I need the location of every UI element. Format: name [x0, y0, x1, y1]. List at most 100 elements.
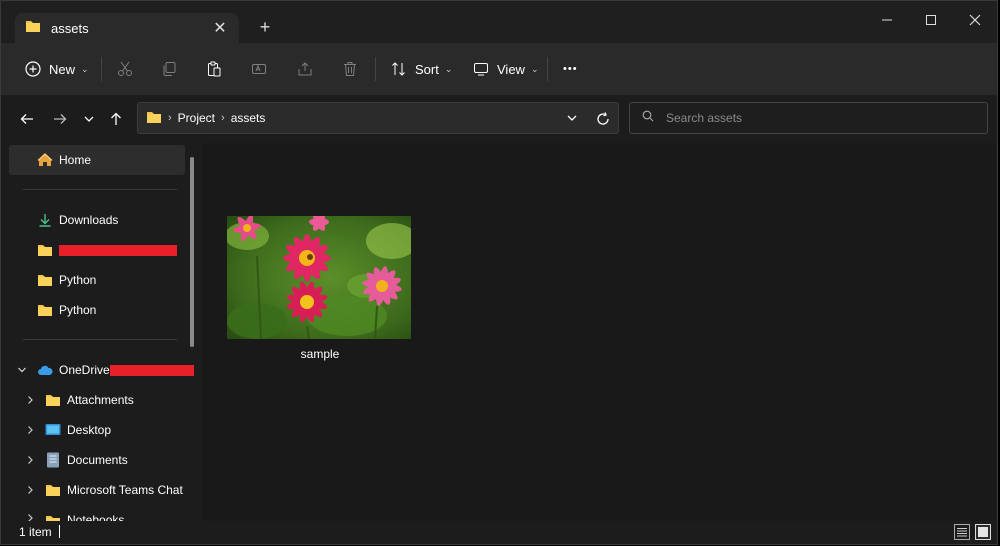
breadcrumb-project[interactable]: Project	[178, 111, 215, 125]
sidebar-item-teams-chat[interactable]: Microsoft Teams Chat Fi	[23, 475, 187, 505]
status-bar: 1 item	[1, 521, 997, 544]
sidebar-item-python[interactable]: Python	[37, 265, 96, 295]
item-count: 1 item	[19, 525, 52, 539]
divider	[23, 339, 177, 340]
minimize-button[interactable]	[865, 7, 909, 33]
sort-icon	[391, 61, 407, 77]
text-caret	[59, 525, 60, 538]
search-input[interactable]	[664, 110, 968, 126]
delete-button[interactable]	[342, 55, 358, 83]
chevron-down-icon	[84, 116, 94, 122]
view-button[interactable]: View ⌄	[473, 55, 539, 83]
chevron-down-icon: ⌄	[444, 63, 453, 74]
share-button[interactable]	[297, 55, 313, 83]
file-item-sample[interactable]: sample	[227, 216, 413, 361]
recent-locations-button[interactable]	[79, 109, 99, 129]
search-icon	[642, 109, 654, 127]
sidebar-item-redacted-folder[interactable]	[37, 235, 177, 265]
sort-label: Sort	[415, 61, 439, 77]
chevron-down-icon[interactable]	[15, 365, 29, 375]
sidebar-item-label: Microsoft Teams Chat Fi	[67, 483, 187, 497]
divider	[547, 57, 548, 81]
sidebar-item-documents[interactable]: Documents	[23, 445, 128, 475]
sidebar-item-desktop[interactable]: Desktop	[23, 415, 111, 445]
chevron-right-icon[interactable]	[23, 425, 37, 435]
navigation-pane: Home Downloads Python Python OneDrive At…	[1, 143, 201, 521]
title-bar: assets ✕ +	[1, 1, 997, 44]
back-button[interactable]	[17, 109, 37, 129]
folder-icon	[45, 392, 61, 408]
folder-icon	[37, 272, 53, 288]
clipboard-icon	[206, 61, 222, 77]
chevron-down-icon: ⌄	[81, 63, 89, 74]
rename-icon	[251, 61, 267, 77]
folder-icon	[37, 242, 53, 258]
sidebar-item-attachments[interactable]: Attachments	[23, 385, 134, 415]
close-tab-icon[interactable]: ✕	[211, 19, 229, 37]
large-icons-view-button[interactable]	[975, 524, 991, 540]
file-explorer-window: assets ✕ + New ⌄ Sort ⌄ View ⌄ ••• › Pro…	[0, 0, 998, 545]
sidebar-item-onedrive[interactable]: OneDrive	[15, 355, 194, 385]
folder-icon	[25, 19, 41, 38]
copy-icon	[161, 61, 177, 77]
command-bar: New ⌄ Sort ⌄ View ⌄ •••	[1, 43, 997, 96]
paste-button[interactable]	[206, 55, 222, 83]
copy-button[interactable]	[161, 55, 177, 83]
sidebar-item-label: Home	[59, 153, 92, 167]
arrow-up-icon	[111, 112, 121, 125]
chevron-right-icon[interactable]	[23, 395, 37, 405]
chevron-right-icon: ›	[168, 112, 172, 124]
sidebar-item-label: Attachments	[67, 393, 134, 407]
chevron-right-icon[interactable]	[23, 455, 37, 465]
divider	[23, 189, 177, 190]
folder-icon	[37, 302, 53, 318]
breadcrumb-assets[interactable]: assets	[231, 111, 266, 125]
sidebar-item-label: Downloads	[59, 213, 119, 227]
new-tab-button[interactable]: +	[255, 17, 275, 37]
more-options-button[interactable]: •••	[563, 55, 578, 83]
details-view-button[interactable]	[954, 524, 970, 540]
close-window-button[interactable]	[953, 7, 997, 33]
refresh-button[interactable]	[593, 109, 613, 129]
sidebar-item-label: OneDrive	[59, 363, 110, 377]
tab-assets[interactable]: assets ✕	[15, 13, 239, 44]
maximize-button[interactable]	[909, 7, 953, 33]
rename-button[interactable]	[251, 55, 267, 83]
address-history-chevron-icon[interactable]	[566, 112, 578, 127]
sidebar-item-notebooks[interactable]: Notebooks	[23, 505, 124, 521]
tab-title: assets	[51, 21, 89, 36]
navigation-row: › Project › assets	[1, 95, 997, 143]
divider	[375, 57, 376, 81]
search-box[interactable]	[629, 102, 988, 134]
download-icon	[37, 212, 53, 228]
sidebar-scrollbar[interactable]	[190, 157, 194, 347]
sidebar-item-label: Notebooks	[67, 513, 125, 521]
sidebar-item-label: Desktop	[67, 423, 112, 437]
sidebar-item-home[interactable]: Home	[9, 145, 185, 175]
chevron-right-icon[interactable]	[23, 513, 37, 521]
folder-icon	[146, 110, 162, 127]
arrow-right-icon	[54, 114, 67, 124]
folder-icon	[45, 513, 61, 521]
divider	[101, 57, 102, 81]
share-icon	[297, 61, 313, 77]
new-label: New	[49, 61, 76, 77]
image-thumbnail	[227, 216, 411, 339]
up-button[interactable]	[106, 109, 126, 129]
chevron-down-icon: ⌄	[530, 63, 539, 74]
sort-button[interactable]: Sort ⌄	[391, 55, 452, 83]
desktop-icon	[45, 422, 61, 438]
sidebar-item-python-2[interactable]: Python	[37, 295, 96, 325]
cut-button[interactable]	[117, 55, 133, 83]
forward-button[interactable]	[50, 109, 70, 129]
address-bar[interactable]: › Project › assets	[137, 102, 619, 134]
sidebar-item-downloads[interactable]: Downloads	[37, 205, 118, 235]
documents-icon	[45, 452, 61, 468]
arrow-left-icon	[20, 114, 33, 124]
home-icon	[37, 152, 53, 168]
scissors-icon	[117, 61, 133, 77]
new-button[interactable]: New ⌄	[25, 55, 89, 83]
cloud-icon	[37, 362, 53, 378]
sidebar-item-label: Python	[59, 303, 97, 317]
chevron-right-icon[interactable]	[23, 485, 37, 495]
